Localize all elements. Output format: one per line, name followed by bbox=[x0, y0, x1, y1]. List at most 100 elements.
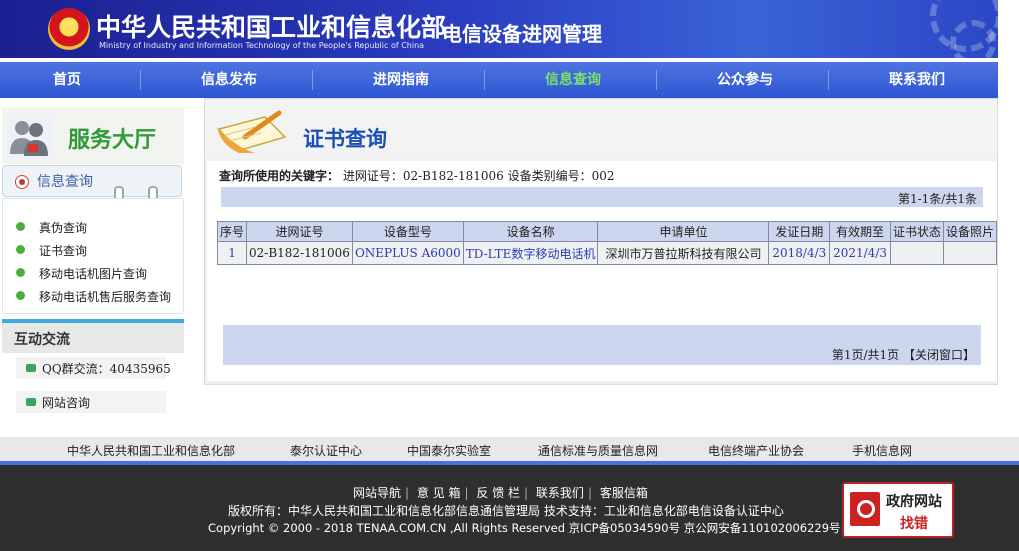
column-header: 设备名称 bbox=[462, 221, 599, 242]
column-header: 序号 bbox=[216, 221, 248, 242]
footer-sep: | bbox=[587, 486, 592, 500]
header-spacer bbox=[998, 0, 1019, 58]
footer-sep: | bbox=[405, 486, 410, 500]
people-icon bbox=[6, 114, 52, 158]
partner-link-taier-cert[interactable]: 泰尔认证中心 bbox=[290, 442, 362, 459]
nav-item-news[interactable]: 信息发布 bbox=[154, 62, 304, 98]
link-after-sales-query[interactable]: 移动电话机售后服务查询 bbox=[16, 288, 171, 305]
ministry-name-cn: 中华人民共和国工业和信息化部 bbox=[96, 13, 447, 42]
main-panel: 证书查询 查询所使用的关键字： 进网证号：02-B182-181006 设备类别… bbox=[204, 98, 998, 385]
partner-links-bar: 中华人民共和国工业和信息化部 泰尔认证中心 中国泰尔实验室 通信标准与质量信息网… bbox=[0, 437, 1019, 461]
cell-certificate-status bbox=[889, 241, 944, 265]
cell-expiry-date[interactable]: 2021/4/3 bbox=[829, 241, 891, 265]
main-title-box: 证书查询 bbox=[205, 99, 997, 159]
chat-icon bbox=[26, 398, 36, 406]
link-certificate-query[interactable]: 证书查询 bbox=[16, 242, 87, 259]
info-query-label: 信息查询 bbox=[37, 174, 93, 190]
copyright-line-1: 版权所有：中华人民共和国工业和信息化部信息通信管理局 技术支持：工业和信息化部电… bbox=[228, 504, 784, 518]
partner-link-taier-lab[interactable]: 中国泰尔实验室 bbox=[407, 442, 491, 459]
bullet-icon bbox=[16, 222, 25, 231]
footer-sep: | bbox=[524, 486, 529, 500]
keyword-value: 进网证号：02-B182-181006 设备类别编号：002 bbox=[342, 169, 615, 183]
system-title: 电信设备进网管理 bbox=[442, 22, 602, 46]
sidebar: 服务大厅 信息查询 真伪查询 证书查询 移动电话机图片查询 移动电话机售后服务查… bbox=[0, 106, 186, 426]
partner-link-standards[interactable]: 通信标准与质量信息网 bbox=[538, 442, 658, 459]
cell-license-number: 02-B182-181006 bbox=[246, 241, 353, 265]
nav-item-home[interactable]: 首页 bbox=[0, 62, 142, 98]
column-header: 证书状态 bbox=[889, 221, 944, 242]
copyright-line-2: Copyright © 2000 - 2018 TENAA.COM.CN ,Al… bbox=[208, 521, 841, 535]
qq-group-link[interactable]: QQ群交流：40435965 bbox=[16, 357, 171, 379]
link-authenticity-query[interactable]: 真伪查询 bbox=[16, 219, 87, 236]
site-header: ★ 中华人民共和国工业和信息化部 Ministry of Industry an… bbox=[0, 0, 998, 58]
footer-link-service-mail[interactable]: 客服信箱 bbox=[600, 486, 648, 500]
pager-text: 第1页/共1页 bbox=[831, 348, 900, 362]
gov-site-error-report-badge[interactable]: 政府网站 找错 bbox=[842, 482, 954, 538]
nav-divider bbox=[140, 70, 141, 90]
table-header-row: 序号 进网证号 设备型号 设备名称 申请单位 发证日期 有效期至 证书状态 设备… bbox=[216, 221, 998, 242]
partner-link-phone-info[interactable]: 手机信息网 bbox=[852, 442, 912, 459]
column-header: 设备型号 bbox=[351, 221, 464, 242]
keyword-line: 查询所使用的关键字： 进网证号：02-B182-181006 设备类别编号：00… bbox=[219, 167, 614, 184]
cell-device-photo bbox=[942, 241, 998, 265]
service-hall-header: 服务大厅 bbox=[2, 108, 184, 164]
bullet-icon bbox=[16, 291, 25, 300]
column-header: 申请单位 bbox=[597, 221, 770, 242]
nav-item-public[interactable]: 公众参与 bbox=[670, 62, 820, 98]
query-result-area: 查询所使用的关键字： 进网证号：02-B182-181006 设备类别编号：00… bbox=[207, 161, 998, 381]
column-header: 发证日期 bbox=[768, 221, 831, 242]
column-header: 设备照片 bbox=[942, 221, 998, 242]
result-count: 第1-1条/共1条 bbox=[897, 192, 977, 206]
nav-divider bbox=[656, 70, 657, 90]
column-header: 有效期至 bbox=[829, 221, 891, 242]
link-phone-image-query[interactable]: 移动电话机图片查询 bbox=[16, 265, 147, 282]
footer-link-suggestions[interactable]: 意 见 箱 bbox=[417, 486, 461, 500]
keyword-label: 查询所使用的关键字： bbox=[219, 169, 340, 183]
gov-badge-subtitle: 找错 bbox=[900, 516, 928, 532]
cell-issue-date[interactable]: 2018/4/3 bbox=[768, 241, 831, 265]
cell-applicant: 深圳市万普拉斯科技有限公司 bbox=[597, 241, 770, 265]
site-consult-link[interactable]: 网站咨询 bbox=[16, 391, 166, 413]
result-count-bar: 第1-1条/共1条 bbox=[221, 187, 983, 207]
pager: 第1页/共1页 【关闭窗口】 bbox=[832, 346, 975, 363]
interaction-title: 互动交流 bbox=[14, 332, 70, 348]
cell-device-name[interactable]: TD-LTE数字移动电话机 bbox=[462, 241, 599, 265]
chat-icon bbox=[26, 364, 36, 372]
partner-link-terminal-assoc[interactable]: 电信终端产业协会 bbox=[708, 442, 804, 459]
bullet-icon bbox=[16, 268, 25, 277]
pager-box: 第1页/共1页 【关闭窗口】 bbox=[223, 325, 981, 365]
national-emblem-icon: ★ bbox=[48, 8, 90, 50]
main-nav: 首页 信息发布 进网指南 信息查询 公众参与 联系我们 bbox=[0, 62, 998, 98]
gov-badge-title: 政府网站 bbox=[886, 494, 942, 510]
nav-item-guide[interactable]: 进网指南 bbox=[326, 62, 476, 98]
footer-links: 网站导航 | 意 见 箱 | 反 馈 栏 | 联系我们 | 客服信箱 bbox=[353, 484, 648, 501]
bullet-icon bbox=[16, 245, 25, 254]
nav-divider bbox=[828, 70, 829, 90]
close-window-link[interactable]: 【关闭窗口】 bbox=[903, 348, 975, 362]
column-header: 进网证号 bbox=[246, 221, 353, 242]
interaction-panel: QQ群交流：40435965 网站咨询 bbox=[2, 353, 184, 426]
results-table: 序号 进网证号 设备型号 设备名称 申请单位 发证日期 有效期至 证书状态 设备… bbox=[216, 221, 998, 265]
cell-device-model[interactable]: ONEPLUS A6000 bbox=[351, 241, 464, 265]
gear-decoration-icon bbox=[950, 20, 996, 58]
footer-link-contact[interactable]: 联系我们 bbox=[536, 486, 584, 500]
magnifier-icon bbox=[850, 492, 880, 526]
nav-divider bbox=[484, 70, 485, 90]
interaction-header: 互动交流 bbox=[2, 319, 184, 353]
nav-item-contact[interactable]: 联系我们 bbox=[842, 62, 992, 98]
service-hall-title: 服务大厅 bbox=[68, 128, 157, 153]
ministry-name-en: Ministry of Industry and Information Tec… bbox=[99, 41, 425, 50]
cell-index[interactable]: 1 bbox=[216, 241, 248, 265]
nav-divider bbox=[312, 70, 313, 90]
site-footer: 网站导航 | 意 见 箱 | 反 馈 栏 | 联系我们 | 客服信箱 版权所有：中华人民… bbox=[0, 465, 1019, 551]
bullet-icon bbox=[15, 175, 29, 189]
footer-link-feedback[interactable]: 反 馈 栏 bbox=[476, 486, 520, 500]
nav-item-info-query[interactable]: 信息查询 bbox=[498, 62, 648, 98]
query-link-panel: 真伪查询 证书查询 移动电话机图片查询 移动电话机售后服务查询 bbox=[2, 198, 184, 314]
footer-sep: | bbox=[464, 486, 469, 500]
partner-link-miit[interactable]: 中华人民共和国工业和信息化部 bbox=[67, 442, 235, 459]
pen-paper-icon bbox=[215, 107, 291, 155]
table-row: 1 02-B182-181006 ONEPLUS A6000 TD-LTE数字移… bbox=[216, 241, 998, 265]
page-title: 证书查询 bbox=[303, 127, 387, 151]
footer-link-sitemap[interactable]: 网站导航 bbox=[353, 486, 401, 500]
